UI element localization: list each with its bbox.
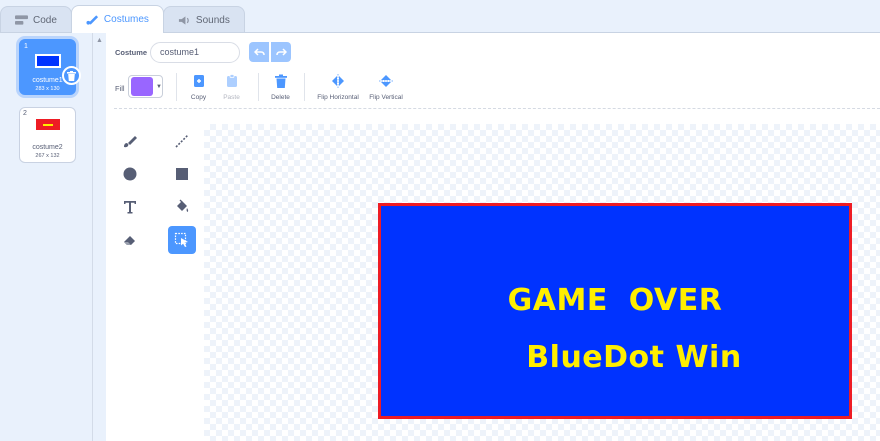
tab-code-label: Code [33, 14, 57, 26]
paint-editor: Costume costume1 Fill ▼ Copy Paste Delet… [106, 33, 880, 441]
tab-costumes-label: Costumes [103, 14, 149, 25]
costume-name-label: Costume [115, 48, 148, 57]
costume-name: costume2 [32, 144, 63, 151]
delete-button[interactable]: Delete [268, 74, 293, 101]
select-tool[interactable] [168, 226, 196, 254]
scroll-up-icon[interactable]: ▲ [96, 37, 103, 44]
flip-horizontal-button[interactable]: Flip Horizontal [312, 74, 364, 101]
copy-button[interactable]: Copy [186, 74, 211, 101]
thumbnail-art [36, 56, 59, 66]
text-tool[interactable] [116, 193, 144, 221]
brush-tool[interactable] [116, 127, 144, 155]
brush-icon [86, 15, 98, 25]
flip-vertical-button[interactable]: Flip Vertical [366, 74, 406, 101]
costume-thumbnail [35, 119, 60, 131]
toolbar-divider [176, 73, 177, 101]
toolbar-divider [304, 73, 305, 101]
speaker-icon [178, 15, 189, 25]
fill-color-picker[interactable]: ▼ [128, 75, 163, 98]
rectangle-icon [176, 168, 188, 180]
delete-label: Delete [271, 94, 290, 101]
thumbnail-art [35, 119, 60, 130]
redo-button[interactable] [271, 42, 291, 62]
redo-icon [275, 48, 287, 56]
fill-label: Fill [115, 84, 125, 93]
paste-button[interactable]: Paste [219, 74, 244, 101]
flip-vertical-label: Flip Vertical [369, 94, 403, 101]
flip-horizontal-label: Flip Horizontal [317, 94, 359, 101]
eraser-icon [124, 236, 135, 245]
paint-canvas[interactable]: GAME OVER BlueDot Win [204, 124, 880, 441]
toolbar-divider [258, 73, 259, 101]
artwork-text-game-over: GAME OVER [507, 283, 723, 318]
paste-label: Paste [223, 94, 240, 101]
rectangle-tool[interactable] [168, 160, 196, 188]
flip-vertical-icon [379, 75, 393, 87]
tab-sounds-label: Sounds [195, 14, 230, 26]
select-icon [174, 232, 188, 247]
costume-artwork: GAME OVER BlueDot Win [378, 203, 852, 419]
tab-sounds[interactable]: Sounds [162, 6, 245, 33]
costume-number: 2 [23, 110, 27, 117]
costume-number: 1 [24, 43, 28, 50]
code-icon [15, 14, 28, 25]
copy-label: Copy [190, 94, 207, 101]
artwork-text-winner: BlueDot Win [526, 340, 742, 375]
costume-name-input[interactable]: costume1 [150, 42, 240, 63]
delete-costume-button[interactable] [62, 66, 81, 85]
costume-size: 267 x 132 [35, 153, 60, 159]
tab-code[interactable]: Code [0, 6, 72, 33]
line-tool[interactable] [168, 127, 196, 155]
eraser-tool[interactable] [116, 226, 144, 254]
chevron-down-icon: ▼ [156, 83, 162, 90]
costume-thumbnail [34, 54, 61, 68]
bucket-icon [177, 199, 189, 212]
text-icon [124, 201, 136, 214]
line-icon [175, 134, 189, 148]
copy-icon [193, 75, 204, 87]
costume-size: 283 x 130 [35, 86, 60, 92]
costume-list-scrollbar[interactable]: ▲ [93, 33, 106, 441]
fill-color-swatch [131, 77, 153, 96]
editor-tab-bar: Code Costumes Sounds [0, 0, 880, 33]
paste-icon [226, 74, 237, 87]
circle-tool[interactable] [116, 160, 144, 188]
fill-tool[interactable] [168, 193, 196, 221]
trash-icon [274, 74, 287, 88]
costume-item-2[interactable]: 2 costume2 267 x 132 [19, 107, 76, 163]
toolbar-separator [114, 108, 880, 109]
flip-horizontal-icon [332, 74, 344, 88]
undo-button[interactable] [249, 42, 269, 62]
costume-list: 1 costume1 283 x 130 2 costume2 267 x 13… [0, 33, 93, 441]
brush-icon [124, 136, 137, 148]
circle-icon [123, 167, 137, 181]
undo-icon [253, 48, 265, 56]
tab-costumes[interactable]: Costumes [70, 5, 164, 33]
trash-icon [67, 70, 76, 81]
